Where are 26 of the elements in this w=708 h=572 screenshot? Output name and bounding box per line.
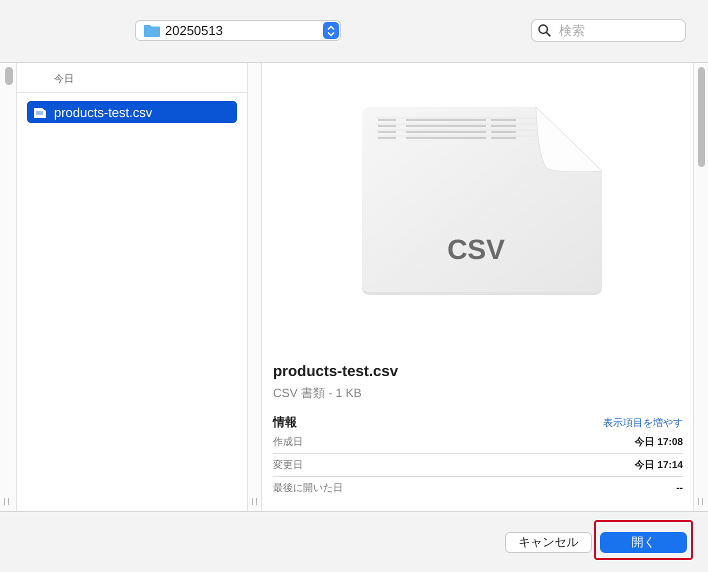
info-value: 今日 17:08 [634, 436, 683, 449]
location-popup[interactable]: 20250513 [135, 20, 341, 41]
cancel-button[interactable]: キャンセル [505, 532, 592, 553]
search-field[interactable]: 検索 [531, 19, 686, 42]
scrollbar-thumb[interactable] [5, 67, 13, 85]
info-label: 変更日 [273, 458, 303, 472]
info-label: 最後に開いた日 [273, 482, 343, 495]
section-header: 今日 [17, 63, 247, 93]
resize-grip[interactable] [698, 498, 703, 505]
scrollbar-thumb[interactable] [698, 67, 705, 167]
file-name: products-test.csv [273, 363, 400, 380]
file-kind: CSV 書類 - 1 KB [273, 385, 363, 402]
info-value: -- [676, 482, 683, 494]
search-icon [538, 24, 551, 37]
info-value: 今日 17:14 [634, 458, 683, 472]
info-heading: 情報 [273, 414, 297, 431]
file-item[interactable]: products-test.csv [27, 101, 237, 123]
stepper-icon [323, 22, 339, 39]
file-type-label: CSV [446, 234, 506, 266]
document-icon [34, 106, 46, 118]
resize-grip[interactable] [4, 498, 9, 505]
open-button[interactable]: 開く [600, 532, 687, 553]
folder-icon [144, 24, 160, 37]
resize-grip[interactable] [252, 498, 257, 505]
info-label: 作成日 [273, 436, 303, 449]
show-more-link[interactable]: 表示項目を増やす [603, 416, 683, 430]
